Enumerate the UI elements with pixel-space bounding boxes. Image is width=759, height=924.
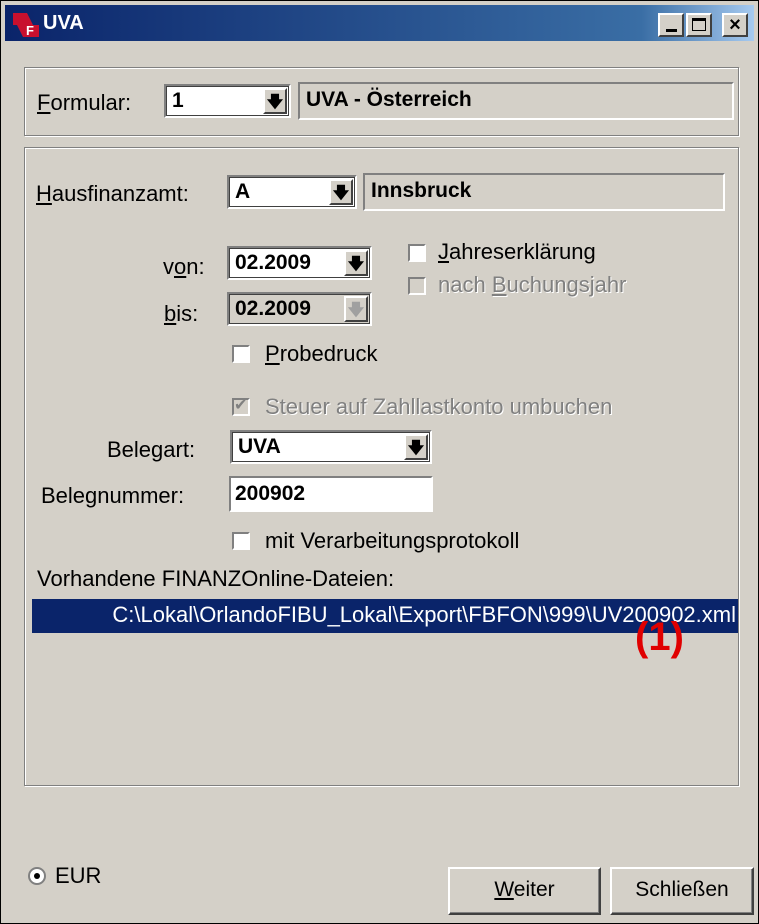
- probedruck-checkbox[interactable]: [232, 345, 250, 363]
- bis-select: 02.2009 🡇: [227, 292, 372, 326]
- minimize-icon: [666, 29, 677, 32]
- eur-radio[interactable]: [28, 867, 46, 885]
- app-logo-icon: F: [13, 13, 39, 37]
- hausfinanzamt-select[interactable]: A 🡇: [227, 175, 357, 209]
- title-bar[interactable]: F UVA ×: [5, 5, 754, 41]
- verarbeitungsprotokoll-checkbox[interactable]: [232, 532, 250, 550]
- formular-value: 1: [172, 89, 184, 112]
- jahreserklaerung-checkbox[interactable]: [408, 244, 426, 262]
- bis-dropdown-button: 🡇: [344, 296, 368, 322]
- belegart-dropdown-button[interactable]: 🡇: [404, 434, 428, 460]
- close-icon: ×: [729, 14, 741, 36]
- file-list-item-selected[interactable]: C:\Lokal\OrlandoFIBU_Lokal\Export\FBFON\…: [32, 599, 738, 633]
- maximize-button[interactable]: [686, 13, 712, 37]
- bis-value: 02.2009: [235, 297, 311, 320]
- verarbeitungsprotokoll-label: mit Verarbeitungsprotokoll: [265, 528, 520, 553]
- arrow-down-icon: 🡇: [332, 185, 350, 202]
- formular-description: UVA - Österreich: [298, 82, 734, 120]
- formular-select[interactable]: 1 🡇: [164, 84, 291, 118]
- hausfinanzamt-description: Innsbruck: [363, 173, 725, 211]
- weiter-button[interactable]: Weiter: [448, 867, 601, 915]
- belegart-value: UVA: [238, 435, 281, 458]
- belegnummer-label: Belegnummer:: [41, 483, 185, 508]
- arrow-down-icon: 🡇: [347, 256, 365, 273]
- hausfinanzamt-label: Hausfinanzamt:: [36, 181, 189, 206]
- files-label: Vorhandene FINANZOnline-Dateien:: [37, 566, 395, 591]
- eur-label: EUR: [55, 863, 102, 888]
- von-select[interactable]: 02.2009 🡇: [227, 246, 372, 280]
- window-title: UVA: [43, 12, 84, 34]
- nach-buchungsjahr-label: nach Buchungsjahr: [438, 272, 627, 297]
- formular-label: Formular:: [37, 90, 132, 115]
- von-dropdown-button[interactable]: 🡇: [344, 250, 368, 276]
- uva-window: F UVA × Formular: 1 🡇 UVA - Österreich H…: [0, 0, 759, 924]
- probedruck-label: Probedruck: [265, 341, 378, 366]
- belegnummer-input[interactable]: 200902: [229, 476, 433, 512]
- arrow-down-icon: 🡇: [407, 440, 425, 457]
- hausfinanzamt-value: A: [235, 180, 251, 203]
- hausfinanzamt-dropdown-button[interactable]: 🡇: [329, 179, 353, 205]
- callout-marker: (1): [635, 615, 684, 659]
- close-button[interactable]: ×: [722, 13, 748, 37]
- svg-text:F: F: [26, 23, 34, 37]
- belegart-label: Belegart:: [107, 437, 196, 462]
- von-value: 02.2009: [235, 251, 311, 274]
- arrow-down-icon: 🡇: [266, 94, 284, 111]
- steuer-umbuchen-checkbox: ✔: [232, 397, 250, 416]
- arrow-down-icon: 🡇: [347, 302, 365, 319]
- belegart-select[interactable]: UVA 🡇: [230, 430, 432, 464]
- settings-group: [24, 147, 739, 786]
- von-label: von:: [163, 254, 205, 279]
- formular-dropdown-button[interactable]: 🡇: [263, 88, 287, 114]
- checkmark-icon: ✔: [234, 397, 248, 414]
- minimize-button[interactable]: [658, 13, 684, 37]
- jahreserklaerung-label: Jahreserklärung: [438, 239, 596, 264]
- schliessen-button[interactable]: Schließen: [610, 867, 754, 915]
- steuer-umbuchen-label: Steuer auf Zahllastkonto umbuchen: [265, 394, 613, 419]
- bis-label: bis:: [164, 301, 199, 326]
- maximize-icon: [692, 18, 706, 31]
- nach-buchungsjahr-checkbox: [408, 277, 426, 295]
